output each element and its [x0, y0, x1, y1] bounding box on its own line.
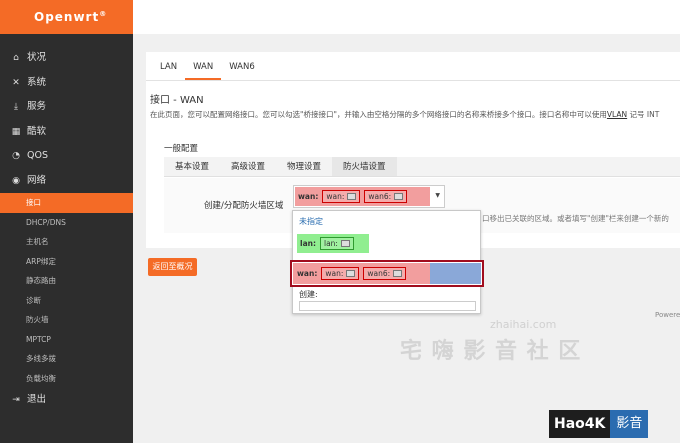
sidebar-subitem-mptcp[interactable]: MPTCP: [0, 330, 133, 350]
network-name: wan6:: [368, 192, 392, 201]
network-name: lan:: [323, 239, 338, 248]
tab-wan[interactable]: WAN: [185, 62, 222, 80]
home-icon: ⌂: [13, 53, 19, 64]
sidebar: Openwrt® ⌂ 状况 ✕ 系统 ⤓ 服务 ▦ 酷软 ◔ QOS ◉ 网络 接口 DHC…: [0, 0, 133, 443]
zone-name: wan:: [297, 269, 318, 278]
zone-name: lan:: [300, 239, 316, 248]
sidebar-item-network[interactable]: ◉ 网络: [0, 169, 133, 194]
sidebar-subitem-arp-binding[interactable]: ARP绑定: [0, 252, 133, 272]
selected-zone-wan: wan: wan: wan6:: [295, 187, 430, 206]
sidebar-subitem-static-routes[interactable]: 静态路由: [0, 271, 133, 291]
gauge-icon: ◔: [12, 151, 20, 162]
create-zone-input[interactable]: [299, 301, 476, 311]
network-tag-wan6: wan6:: [364, 190, 408, 203]
page-description: 在此页面，您可以配置网络接口。您可以勾选"桥接接口"，并输入由空格分隔的多个网络…: [150, 109, 680, 120]
network-name: wan:: [325, 269, 344, 278]
sidebar-item-status[interactable]: ⌂ 状况: [0, 46, 133, 71]
sidebar-item-label: 网络: [27, 174, 47, 186]
download-icon: ⤓: [14, 102, 18, 113]
sidebar-subitem-firewall[interactable]: 防火墙: [0, 310, 133, 330]
network-tag-wan: wan:: [322, 190, 361, 203]
sidebar-item-system[interactable]: ✕ 系统: [0, 71, 133, 96]
sidebar-item-software[interactable]: ▦ 酷软: [0, 120, 133, 145]
ethernet-icon: [393, 270, 403, 277]
network-tag-lan: lan:: [319, 237, 354, 250]
subtab-firewall[interactable]: 防火墙设置: [332, 157, 397, 176]
sidebar-item-services[interactable]: ⤓ 服务: [0, 95, 133, 120]
zone-wan-swatch: wan: wan: wan6:: [293, 263, 430, 284]
description-suffix: 记号 INT: [627, 110, 660, 119]
sidebar-subitem-multiwan[interactable]: 多线多拨: [0, 349, 133, 369]
back-to-overview-button[interactable]: 返回至概况: [148, 258, 197, 276]
sidebar-subitem-dhcp-dns[interactable]: DHCP/DNS: [0, 213, 133, 233]
sidebar-item-label: 酷软: [27, 125, 47, 137]
sidebar-item-label: QOS: [27, 150, 48, 161]
firewall-zone-select[interactable]: wan: wan: wan6: ▼: [293, 185, 445, 208]
ethernet-icon: [347, 193, 357, 200]
network-name: wan:: [326, 192, 345, 201]
sidebar-subitem-diagnostics[interactable]: 诊断: [0, 291, 133, 311]
sidebar-subitem-interfaces[interactable]: 接口: [0, 193, 133, 213]
network-tag-wan: wan:: [321, 267, 360, 280]
firewall-zone-help: 口移出已关联的区域。或者填写"创建"栏来创建一个新的: [482, 214, 669, 223]
network-tag-wan6: wan6:: [363, 267, 407, 280]
option-zone-wan[interactable]: wan: wan: wan6:: [290, 260, 484, 287]
sidebar-menu: ⌂ 状况 ✕ 系统 ⤓ 服务 ▦ 酷软 ◔ QOS ◉ 网络 接口 DHCP/DNS 主机名…: [0, 46, 133, 413]
subtab-advanced[interactable]: 高级设置: [220, 157, 276, 176]
network-name: wan6:: [367, 269, 391, 278]
calendar-icon: ▦: [11, 126, 21, 137]
logout-icon: ⇥: [12, 395, 20, 406]
ethernet-icon: [346, 270, 356, 277]
watermark-url: zhaihai.com: [490, 318, 557, 331]
sidebar-item-qos[interactable]: ◔ QOS: [0, 144, 133, 169]
tab-lan[interactable]: LAN: [152, 62, 185, 80]
tools-icon: ✕: [12, 77, 20, 88]
brand-logo[interactable]: Openwrt®: [0, 0, 133, 34]
zone-name: wan:: [298, 192, 319, 201]
sidebar-item-label: 退出: [27, 394, 47, 405]
badge-right: 影音: [610, 410, 649, 438]
ethernet-icon: [394, 193, 404, 200]
powered-by-text: Powere: [655, 311, 680, 319]
firewall-zone-dropdown: 未指定 lan: lan: wan: wan: wan6: 创建:: [290, 210, 484, 314]
ethernet-icon: [340, 240, 350, 247]
description-text: 在此页面，您可以配置网络接口。您可以勾选"桥接接口"，并输入由空格分隔的多个网络…: [150, 110, 607, 119]
settings-subtabs: 基本设置 高级设置 物理设置 防火墙设置: [164, 157, 680, 177]
brand-name: Openwrt: [34, 10, 100, 24]
option-unspecified[interactable]: 未指定: [299, 216, 323, 227]
brand-mark: ®: [99, 10, 108, 18]
sidebar-item-logout[interactable]: ⇥ 退出: [0, 388, 133, 413]
sidebar-subitem-load-balance[interactable]: 负载均衡: [0, 369, 133, 389]
group-title: 一般配置: [164, 144, 199, 154]
subtab-basic[interactable]: 基本设置: [164, 157, 220, 176]
watermark-badge: Hao4K 影音: [549, 410, 649, 438]
subtab-physical[interactable]: 物理设置: [276, 157, 332, 176]
option-zone-lan[interactable]: lan: lan:: [297, 234, 369, 253]
interface-tabs: LAN WAN WAN6: [146, 52, 680, 81]
option-create-label: 创建:: [299, 290, 318, 299]
option-highlight: wan: wan: wan6:: [293, 263, 481, 284]
top-bar: [133, 0, 680, 34]
watermark-text: 宅 嗨 影 音 社 区: [400, 339, 582, 364]
sidebar-item-label: 服务: [27, 101, 47, 112]
page-title: 接口 - WAN: [150, 95, 204, 106]
chevron-down-icon[interactable]: ▼: [435, 192, 440, 199]
tab-wan6[interactable]: WAN6: [221, 62, 263, 80]
badge-left: Hao4K: [549, 410, 611, 438]
vlan-link[interactable]: VLAN: [607, 110, 627, 119]
firewall-zone-label: 创建/分配防火墙区域: [204, 201, 284, 211]
sidebar-item-label: 状况: [27, 52, 47, 63]
network-submenu: 接口 DHCP/DNS 主机名 ARP绑定 静态路由 诊断 防火墙 MPTCP …: [0, 193, 133, 388]
sidebar-subitem-hostnames[interactable]: 主机名: [0, 232, 133, 252]
globe-icon: ◉: [12, 175, 20, 186]
sidebar-item-label: 系统: [27, 76, 47, 88]
